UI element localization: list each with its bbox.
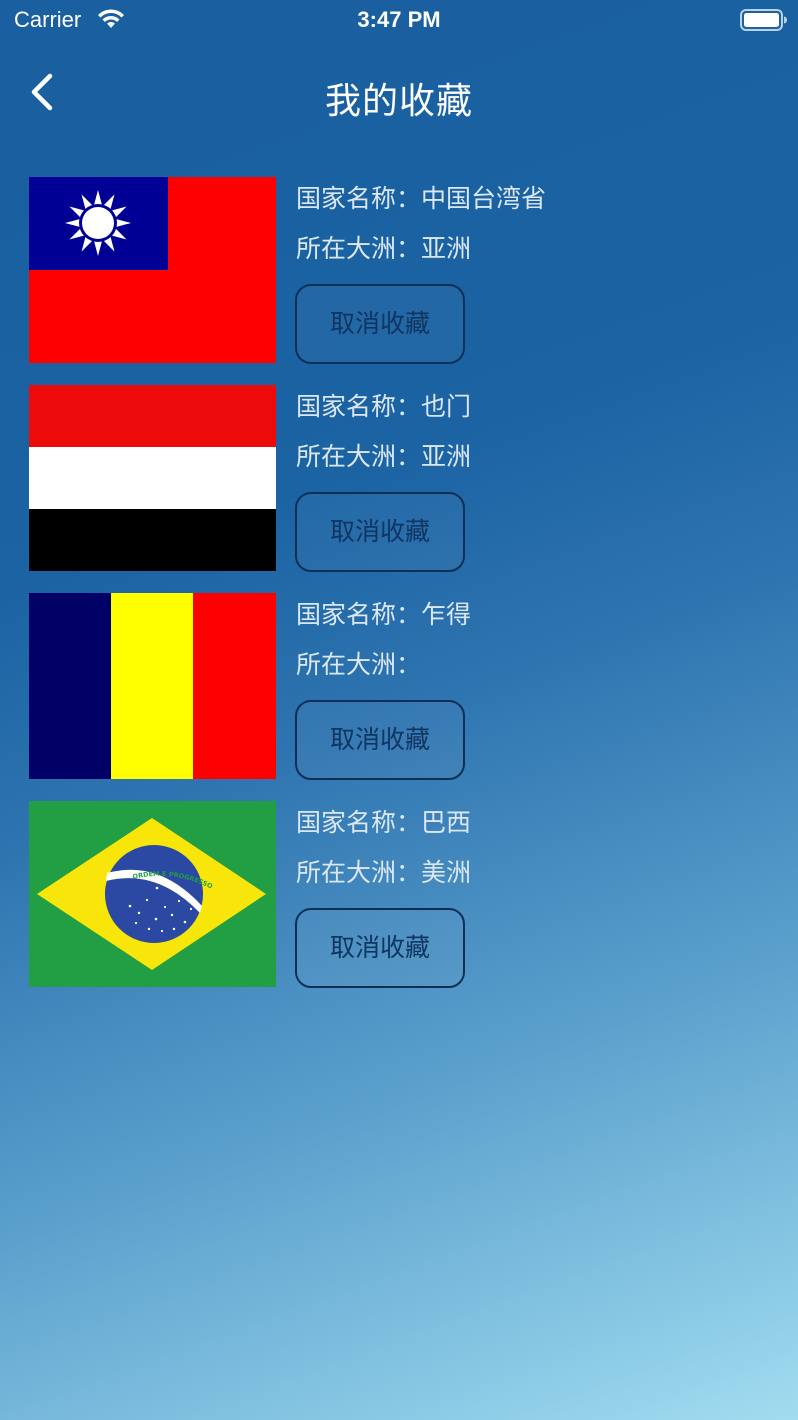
list-item: 国家名称：中国台湾省 所在大洲：亚洲 取消收藏 [0, 177, 798, 385]
unfavorite-button[interactable]: 取消收藏 [295, 908, 465, 988]
taiwan-flag [29, 177, 276, 363]
continent-name: 所在大洲：亚洲 [296, 234, 472, 263]
navigation-bar: 我的收藏 [0, 60, 798, 124]
continent-name: 所在大洲：美洲 [296, 858, 472, 887]
yemen-flag [29, 385, 276, 571]
unfavorite-button[interactable]: 取消收藏 [295, 492, 465, 572]
country-name: 国家名称：也门 [296, 392, 472, 421]
clock: 3:47 PM [357, 7, 441, 32]
chad-flag [29, 593, 276, 779]
unfavorite-button[interactable]: 取消收藏 [295, 284, 465, 364]
list-item: 国家名称：也门 所在大洲：亚洲 取消收藏 [0, 385, 798, 593]
list-item: ORDEM E PROGRESSO 国家名称：巴西 所在大洲：美洲 取消收藏 [0, 801, 798, 1009]
country-name: 国家名称：巴西 [296, 808, 472, 837]
unfavorite-button[interactable]: 取消收藏 [295, 700, 465, 780]
list-item: 国家名称：乍得 所在大洲： 取消收藏 [0, 593, 798, 801]
country-name: 国家名称：乍得 [296, 600, 472, 629]
status-bar: Carrier 3:47 PM [0, 0, 798, 42]
country-name: 国家名称：中国台湾省 [296, 184, 547, 213]
battery-icon [740, 9, 787, 31]
page-title: 我的收藏 [324, 81, 473, 122]
brazil-flag: ORDEM E PROGRESSO [29, 801, 276, 987]
continent-name: 所在大洲：亚洲 [296, 442, 472, 471]
favorites-list: 国家名称：中国台湾省 所在大洲：亚洲 取消收藏 国家名称：也门 所在大洲：亚洲 … [0, 177, 798, 1009]
continent-name: 所在大洲： [296, 650, 422, 679]
